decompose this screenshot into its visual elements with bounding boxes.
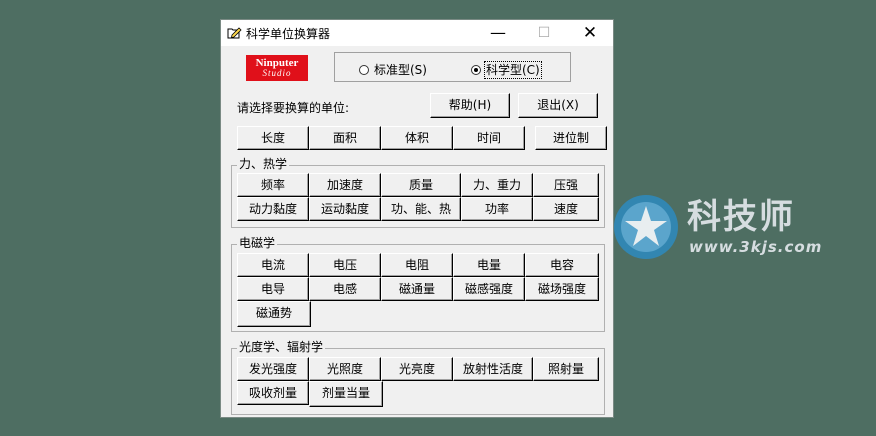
close-button[interactable]: ✕ <box>567 20 613 46</box>
radio-standard-circle[interactable] <box>359 65 369 75</box>
unit-button-flux-density[interactable]: 磁感强度 <box>453 277 525 301</box>
logo-sub-text: Studio <box>262 68 292 78</box>
unit-button-area[interactable]: 面积 <box>309 126 381 150</box>
unit-button-mass[interactable]: 质量 <box>381 173 461 197</box>
unit-button-inductance[interactable]: 电感 <box>309 277 381 301</box>
radio-standard-label[interactable]: 标准型(S) <box>374 63 427 77</box>
group-optics-title: 光度学、辐射学 <box>237 340 326 355</box>
app-window: 科学单位换算器 — ☐ ✕ Ninputer Studio 标准型(S) 科学型… <box>220 19 614 418</box>
help-button[interactable]: 帮助(H) <box>430 93 510 118</box>
radio-scientific[interactable]: 科学型(C) <box>471 61 542 79</box>
unit-button-power[interactable]: 功率 <box>461 197 533 221</box>
mode-selector: 标准型(S) 科学型(C) <box>334 52 571 82</box>
radix-button[interactable]: 进位制 <box>535 126 607 150</box>
unit-button-illuminance[interactable]: 光照度 <box>309 357 381 381</box>
window-title: 科学单位换算器 <box>246 27 331 41</box>
unit-button-charge[interactable]: 电量 <box>453 253 525 277</box>
unit-button-magnetic-flux[interactable]: 磁通量 <box>381 277 453 301</box>
watermark-logo-icon <box>614 195 678 259</box>
title-bar[interactable]: 科学单位换算器 — ☐ ✕ <box>221 20 613 46</box>
unit-button-voltage[interactable]: 电压 <box>309 253 381 277</box>
unit-button-conductance[interactable]: 电导 <box>237 277 309 301</box>
unit-button-resistance[interactable]: 电阻 <box>381 253 453 277</box>
select-unit-prompt: 请选择要换算的单位: <box>237 101 350 115</box>
unit-button-time[interactable]: 时间 <box>453 126 525 150</box>
radio-standard[interactable]: 标准型(S) <box>359 61 427 77</box>
unit-button-velocity[interactable]: 速度 <box>533 197 599 221</box>
unit-button-luminance[interactable]: 光亮度 <box>381 357 453 381</box>
watermark-title: 科技师 <box>687 197 795 237</box>
unit-button-dynamic-viscosity[interactable]: 动力黏度 <box>237 197 309 221</box>
unit-button-dose-equivalent[interactable]: 剂量当量 <box>309 381 383 407</box>
unit-button-magnetomotive-force[interactable]: 磁通势 <box>237 301 311 327</box>
unit-button-luminous-intensity[interactable]: 发光强度 <box>237 357 309 381</box>
watermark: 科技师 www.3kjs.com <box>611 192 821 266</box>
unit-button-current[interactable]: 电流 <box>237 253 309 277</box>
unit-button-acceleration[interactable]: 加速度 <box>309 173 381 197</box>
group-electromagnetism-title: 电磁学 <box>237 236 278 251</box>
radio-scientific-circle[interactable] <box>471 65 481 75</box>
watermark-url: www.3kjs.com <box>689 238 823 256</box>
maximize-button[interactable]: ☐ <box>521 20 567 46</box>
group-mechanics-title: 力、热学 <box>237 157 290 172</box>
unit-button-kinematic-viscosity[interactable]: 运动黏度 <box>309 197 381 221</box>
unit-button-force[interactable]: 力、重力 <box>461 173 533 197</box>
exit-button[interactable]: 退出(X) <box>518 93 598 118</box>
unit-button-field-strength[interactable]: 磁场强度 <box>525 277 599 301</box>
unit-button-absorbed-dose[interactable]: 吸收剂量 <box>237 381 309 405</box>
unit-button-energy[interactable]: 功、能、热 <box>381 197 461 221</box>
studio-logo: Ninputer Studio <box>246 55 308 81</box>
minimize-button[interactable]: — <box>475 20 521 46</box>
unit-button-frequency[interactable]: 频率 <box>237 173 309 197</box>
unit-button-radioactivity[interactable]: 放射性活度 <box>453 357 533 381</box>
unit-button-exposure[interactable]: 照射量 <box>533 357 599 381</box>
unit-button-pressure[interactable]: 压强 <box>533 173 599 197</box>
unit-button-length[interactable]: 长度 <box>237 126 309 150</box>
unit-button-capacitance[interactable]: 电容 <box>525 253 599 277</box>
unit-button-volume[interactable]: 体积 <box>381 126 453 150</box>
folder-pencil-icon <box>227 27 242 39</box>
radio-scientific-label[interactable]: 科学型(C) <box>484 61 542 79</box>
